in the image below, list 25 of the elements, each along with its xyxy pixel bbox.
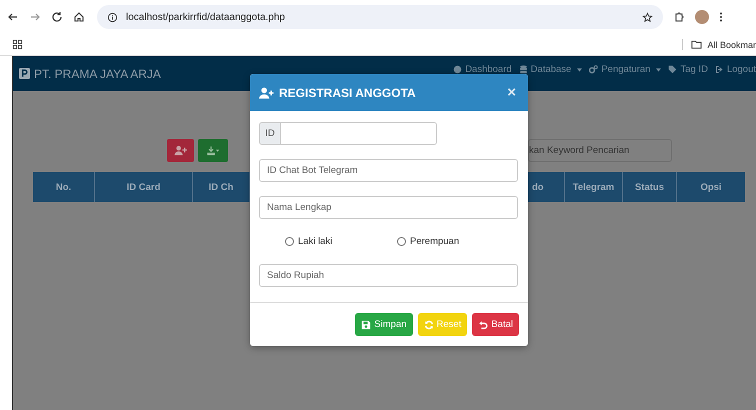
column-header: Telegram (565, 172, 623, 202)
column-header: ID Card (95, 172, 193, 202)
dialog-button[interactable]: Simpan (355, 313, 413, 336)
column-header: Opsi (699, 180, 723, 194)
column-header: No. (33, 172, 95, 202)
nav-link[interactable]: Pengaturan (589, 64, 662, 75)
dialog-title: REGISTRASI ANGGOTA (279, 86, 416, 100)
column-header: Status (623, 172, 677, 202)
close-button[interactable]: × (505, 85, 518, 100)
bookmarks-folder[interactable]: All Bookmar (682, 39, 756, 50)
search-field[interactable]: kan Keyword Pencarian (528, 139, 672, 162)
url-text: localhost/parkirrfid/dataanggota.php (126, 12, 285, 22)
gender-radio[interactable]: Perempuan (397, 236, 509, 247)
text-field[interactable]: ID Chat Bot Telegram (259, 159, 518, 182)
text-field[interactable]: Nama Lengkap (259, 196, 518, 219)
id-label: ID (259, 122, 281, 145)
nav-link[interactable]: Tag ID (668, 64, 708, 75)
brand-name: PT. PRAMA JAYA ARJA (34, 66, 161, 80)
gender-radio[interactable]: Laki laki (285, 236, 397, 247)
nav-link[interactable]: Dashboard (453, 64, 512, 75)
balance-field[interactable]: Saldo Rupiah (259, 264, 518, 287)
dialog-button[interactable]: Batal (472, 313, 519, 336)
address-bar[interactable]: localhost/parkirrfid/dataanggota.php (97, 5, 663, 29)
nav-link[interactable]: Database (518, 64, 582, 75)
nav-link[interactable]: Logout (714, 64, 756, 75)
